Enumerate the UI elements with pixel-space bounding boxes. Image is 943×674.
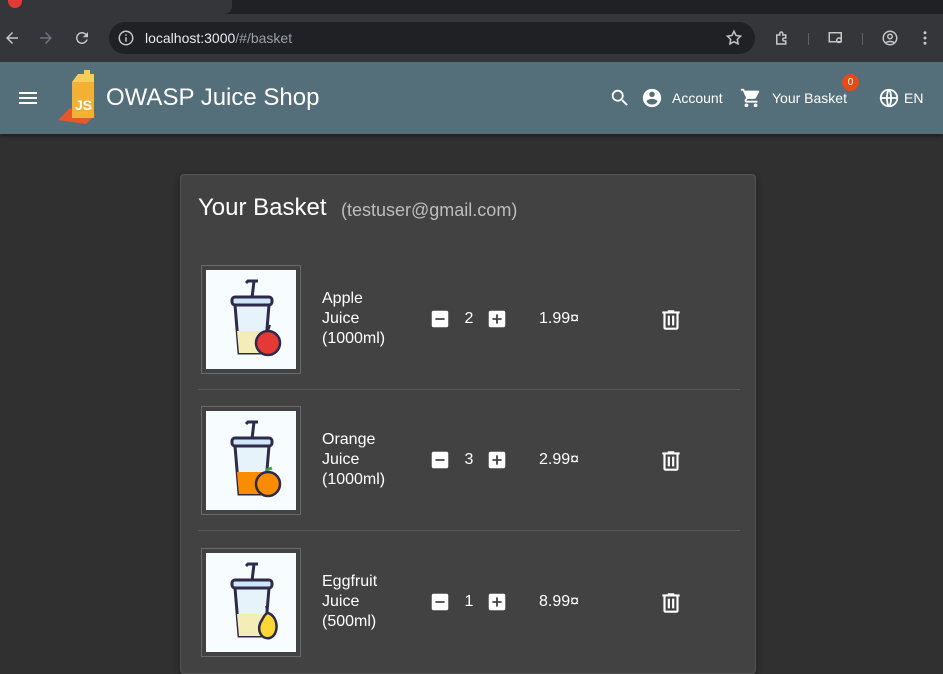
basket-row: Eggfruit Juice (500ml) 1 8.99¤ — [198, 533, 740, 673]
reload-icon[interactable] — [70, 26, 94, 50]
juice-shop-logo-icon[interactable]: JS — [56, 70, 106, 126]
delete-trash-icon[interactable] — [658, 590, 684, 616]
basket-count-badge: 0 — [842, 74, 859, 91]
url-path: /#/basket — [235, 30, 293, 46]
quantity-value: 3 — [464, 451, 474, 468]
url-host: localhost:3000 — [145, 30, 236, 46]
browser-tab[interactable] — [0, 0, 232, 14]
product-price: 1.99¤ — [539, 310, 580, 327]
product-image — [201, 265, 301, 374]
product-price: 8.99¤ — [539, 593, 580, 610]
basket-title: Your Basket — [198, 194, 327, 221]
increase-quantity-icon[interactable] — [486, 449, 508, 471]
browser-toolbar: localhost:3000/#/basket — [0, 14, 943, 62]
product-price: 2.99¤ — [539, 451, 580, 468]
your-basket-button[interactable]: Your Basket — [772, 90, 847, 106]
quantity-value: 1 — [464, 593, 474, 610]
bookmark-star-icon[interactable] — [725, 29, 743, 47]
decrease-quantity-icon[interactable] — [429, 449, 451, 471]
user-email: (testuser@gmail.com) — [341, 200, 518, 220]
browser-menu-icon[interactable] — [913, 26, 937, 50]
extensions-icon[interactable] — [770, 26, 794, 50]
basket-card: Your Basket (testuser@gmail.com) Apple J… — [180, 174, 756, 674]
decrease-quantity-icon[interactable] — [429, 308, 451, 330]
increase-quantity-icon[interactable] — [486, 591, 508, 613]
back-arrow-icon[interactable] — [0, 26, 24, 50]
url-text: localhost:3000/#/basket — [145, 30, 292, 46]
toolbar-separator — [808, 33, 809, 45]
shopping-cart-icon[interactable] — [740, 87, 762, 109]
forward-arrow-icon[interactable] — [34, 26, 58, 50]
app-header: JS OWASP Juice Shop Account Your Basket … — [0, 62, 943, 134]
svg-text:JS: JS — [75, 97, 92, 113]
toolbar-separator — [862, 33, 863, 45]
hamburger-menu-icon[interactable] — [16, 86, 40, 110]
account-circle-icon[interactable] — [641, 87, 663, 109]
delete-trash-icon[interactable] — [658, 307, 684, 333]
site-info-icon[interactable] — [117, 29, 135, 47]
eggfruit-juice-icon — [230, 562, 278, 639]
orange-juice-icon — [230, 420, 282, 497]
browser-tab-strip — [0, 0, 943, 14]
delete-trash-icon[interactable] — [658, 448, 684, 474]
quantity-value: 2 — [464, 310, 474, 327]
language-globe-icon[interactable] — [878, 87, 900, 109]
screen-search-icon[interactable] — [824, 26, 848, 50]
product-image — [201, 406, 301, 515]
apple-juice-icon — [230, 279, 282, 356]
product-image — [201, 548, 301, 657]
address-bar[interactable]: localhost:3000/#/basket — [109, 22, 755, 54]
basket-row: Orange Juice (1000ml) 3 2.99¤ — [198, 391, 740, 531]
language-button[interactable]: EN — [904, 90, 923, 106]
increase-quantity-icon[interactable] — [486, 308, 508, 330]
app-title[interactable]: OWASP Juice Shop — [106, 84, 319, 112]
product-name: Apple Juice (1000ml) — [322, 290, 386, 347]
profile-icon[interactable] — [878, 26, 902, 50]
account-button[interactable]: Account — [672, 90, 723, 106]
decrease-quantity-icon[interactable] — [429, 591, 451, 613]
basket-row: Apple Juice (1000ml) 2 1.99¤ — [198, 250, 740, 390]
tab-favicon-icon — [8, 0, 22, 8]
product-name: Eggfruit Juice (500ml) — [322, 573, 378, 630]
search-icon[interactable] — [609, 87, 631, 109]
product-name: Orange Juice (1000ml) — [322, 431, 386, 488]
